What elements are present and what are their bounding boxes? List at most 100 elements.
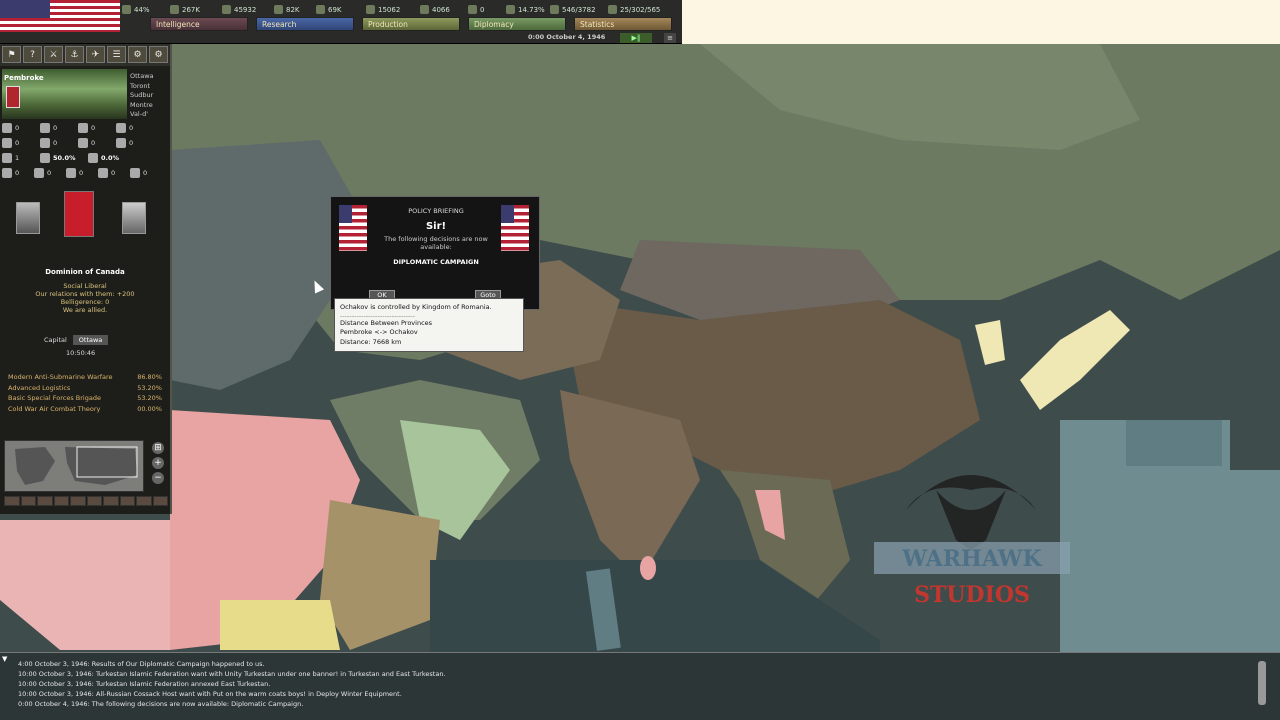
map-mode-button[interactable]	[37, 496, 53, 506]
zoom-fit-icon[interactable]: ⊞	[152, 442, 164, 454]
navy-icon[interactable]: ⚓	[65, 46, 84, 63]
research-item[interactable]: Modern Anti-Submarine Warfare 86.80%	[8, 372, 162, 383]
map-mode-button[interactable]	[152, 496, 168, 506]
help-icon[interactable]: ?	[23, 46, 42, 63]
resource-value: 25/302/565	[620, 5, 661, 14]
menu-button[interactable]: ≡	[664, 33, 676, 43]
resource-energy[interactable]: 44%	[122, 3, 150, 16]
research-name: Basic Special Forces Brigade	[8, 394, 101, 402]
resource-supplies[interactable]: 69K	[316, 3, 342, 16]
world-map[interactable]	[0, 0, 1280, 720]
play-pause-button[interactable]: ▶‖	[620, 33, 652, 43]
resource-value: 0	[480, 5, 485, 14]
city-list: Ottawa Toront Sudbur Montre Val-d'	[130, 72, 170, 120]
resource-oil[interactable]: 82K	[274, 3, 300, 16]
head-of-state-portrait[interactable]	[16, 202, 40, 234]
stat-row-military: 0 0 0 0	[2, 135, 168, 150]
resource-metal[interactable]: 267K	[170, 3, 200, 16]
map-mode-button[interactable]	[53, 496, 69, 506]
resource-transports[interactable]: 0	[468, 3, 484, 16]
dialog-title: Sir!	[425, 221, 447, 232]
research-item[interactable]: Advanced Logistics 53.20%	[8, 383, 162, 394]
tab-label: Production	[368, 20, 408, 29]
map-mode-button[interactable]	[119, 496, 135, 506]
research-list: Modern Anti-Submarine Warfare 86.80% Adva…	[8, 372, 162, 414]
city-list-item[interactable]: Ottawa	[130, 72, 170, 82]
stat-value: 0	[143, 168, 148, 177]
us-flag-right	[501, 205, 529, 251]
resource-officers[interactable]: 25/302/565	[608, 3, 660, 16]
resource-money[interactable]: 15062	[366, 3, 400, 16]
resource-value: 44%	[134, 5, 150, 14]
resource-value: 45932	[234, 5, 257, 14]
minimap[interactable]	[4, 440, 144, 492]
resource-national-unity[interactable]: 546/3782	[550, 3, 596, 16]
research-item[interactable]: Cold War Air Combat Theory 00.00%	[8, 404, 162, 415]
tab-research[interactable]: Research	[256, 17, 354, 31]
map-mode-button[interactable]	[136, 496, 152, 506]
dialog-body: The following decisions are now availabl…	[384, 235, 488, 251]
zoom-in-icon[interactable]: +	[152, 457, 164, 469]
stat-value: 0	[79, 168, 84, 177]
research-progress: 86.80%	[137, 373, 162, 381]
air-icon[interactable]: ✈	[86, 46, 105, 63]
map-mode-button[interactable]	[4, 496, 20, 506]
manpower-icon	[420, 5, 429, 14]
options-icon[interactable]: ⚙	[149, 46, 168, 63]
metal-icon	[170, 5, 179, 14]
tab-statistics[interactable]: Statistics	[574, 17, 672, 31]
ledger-icon[interactable]: ☰	[107, 46, 126, 63]
resistance-icon	[40, 152, 50, 163]
warhawk-studios-logo: WARHAWK STUDIOS	[874, 475, 1070, 608]
anti-air-icon	[116, 122, 126, 133]
city-list-item[interactable]: Montre	[130, 101, 170, 111]
dialog-heading: POLICY BRIEFING	[408, 207, 464, 215]
infrastructure-icon	[40, 122, 50, 133]
resource-dissent[interactable]: 14.73%	[506, 3, 545, 16]
resource-manpower[interactable]: 4066	[420, 3, 450, 16]
city-list-item[interactable]: Val-d'	[130, 110, 170, 120]
manpower-icon	[130, 167, 140, 178]
minimap-zoom-controls: ⊞ + −	[152, 442, 166, 484]
map-mode-button[interactable]	[103, 496, 119, 506]
head-of-government-portrait[interactable]	[122, 202, 146, 234]
resource-rare-materials[interactable]: 45932	[222, 3, 256, 16]
log-entry: 4:00 October 3, 1946: Results of Our Dip…	[18, 660, 265, 668]
map-mode-button[interactable]	[20, 496, 36, 506]
research-name: Cold War Air Combat Theory	[8, 404, 101, 413]
canada-flag[interactable]	[64, 191, 94, 237]
army-icon[interactable]: ⚔	[44, 46, 63, 63]
rare-materials-icon	[98, 167, 108, 178]
svg-text:WARHAWK: WARHAWK	[901, 546, 1042, 572]
log-collapse-icon[interactable]: ▼	[2, 655, 7, 663]
victory-point-icon	[2, 152, 12, 163]
empty-region	[682, 0, 1280, 44]
capital-value[interactable]: Ottawa	[72, 335, 109, 345]
tab-diplomacy[interactable]: Diplomacy	[468, 17, 566, 31]
rare-materials-icon	[222, 5, 231, 14]
national-flag[interactable]	[0, 0, 120, 32]
zoom-out-icon[interactable]: −	[152, 472, 164, 484]
log-entry: 0:00 October 4, 1946: The following deci…	[18, 700, 304, 708]
log-scrollbar[interactable]	[1258, 661, 1266, 705]
top-bar: 44% 267K 45932 82K 69K 15062 4066 0 14.73% 546/37…	[0, 0, 682, 44]
province-name: Pembroke	[4, 74, 44, 82]
city-list-item[interactable]: Toront	[130, 82, 170, 92]
map-mode-button[interactable]	[70, 496, 86, 506]
minimap-landmass	[15, 447, 55, 485]
research-item[interactable]: Basic Special Forces Brigade 53.20%	[8, 393, 162, 404]
stat-value: 50.0%	[53, 153, 76, 162]
tab-label: Statistics	[580, 20, 615, 29]
city-list-item[interactable]: Sudbur	[130, 91, 170, 101]
research-progress: 53.20%	[137, 394, 162, 402]
oil-icon	[274, 5, 283, 14]
province-flag	[6, 86, 20, 108]
resource-value: 14.73%	[518, 5, 545, 14]
research-progress: 00.00%	[137, 404, 162, 413]
tab-production[interactable]: Production	[362, 17, 460, 31]
map-mode-buttons	[4, 496, 168, 506]
map-mode-button[interactable]	[86, 496, 102, 506]
hq-icon[interactable]: ⚑	[2, 46, 21, 63]
tab-intelligence[interactable]: Intelligence	[150, 17, 248, 31]
production-icon[interactable]: ⚙	[128, 46, 147, 63]
